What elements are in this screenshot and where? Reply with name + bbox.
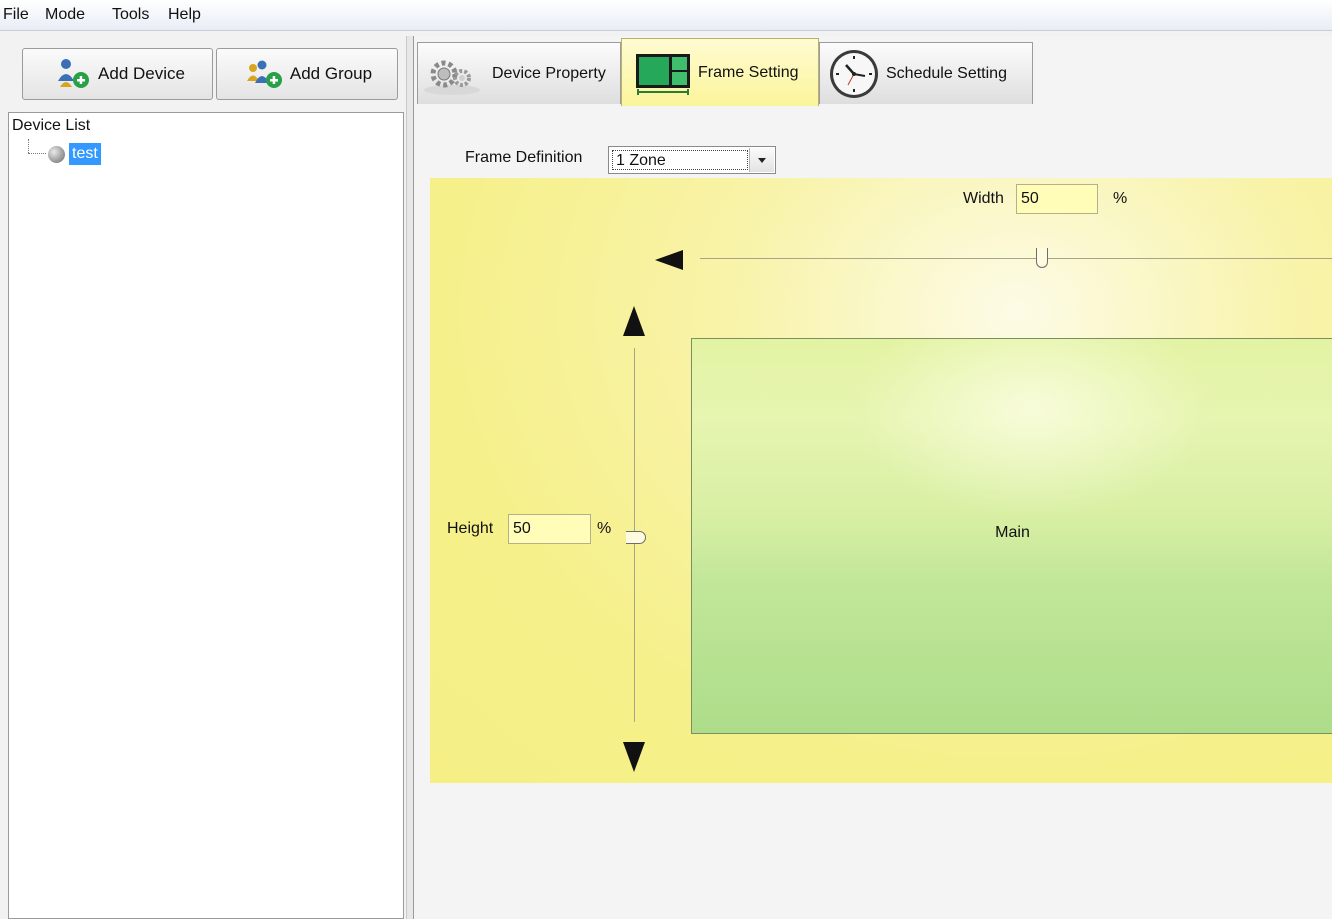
frame-layout-icon (634, 50, 692, 96)
left-panel: Add Device Add Group Device List test (8, 36, 404, 919)
zone-main-label: Main (995, 524, 1030, 541)
arrow-left-icon (655, 250, 683, 270)
chevron-down-icon[interactable] (749, 148, 774, 172)
tab-frame-setting[interactable]: Frame Setting (621, 38, 819, 106)
frame-definition-label: Frame Definition (465, 149, 583, 166)
arrow-up-icon (623, 306, 645, 336)
panel-splitter[interactable] (406, 36, 413, 919)
menu-help[interactable]: Help (168, 6, 201, 24)
height-unit: % (597, 520, 612, 537)
width-label: Width (963, 190, 1004, 207)
width-input[interactable] (1016, 184, 1098, 214)
height-input[interactable] (508, 514, 591, 544)
add-group-label: Add Group (289, 64, 373, 83)
menu-mode[interactable]: Mode (45, 6, 85, 24)
width-slider-track[interactable] (700, 258, 1332, 259)
tab-schedule-setting[interactable]: Schedule Setting (819, 42, 1033, 104)
tree-connector (28, 139, 29, 153)
zone-main[interactable]: Main (691, 338, 1332, 734)
frame-definition-value: 1 Zone (612, 150, 748, 170)
right-panel: Device Property Frame Setting Schedule S… (413, 36, 1332, 919)
tab-label: Frame Setting (698, 63, 799, 81)
height-slider-thumb[interactable] (626, 531, 646, 544)
width-slider-thumb[interactable] (1036, 248, 1048, 268)
menu-tools[interactable]: Tools (112, 6, 149, 24)
device-list-title: Device List (12, 117, 91, 134)
frame-preview-area: Width % Height % Main (430, 178, 1332, 783)
add-device-icon (50, 57, 94, 91)
tab-label: Schedule Setting (886, 64, 1007, 82)
add-group-icon (242, 57, 286, 91)
arrow-down-icon (623, 742, 645, 772)
frame-definition-select[interactable]: 1 Zone (608, 146, 776, 174)
height-label: Height (447, 520, 494, 537)
add-device-button[interactable]: Add Device (22, 48, 213, 100)
tab-device-property[interactable]: Device Property (417, 42, 621, 104)
zone-highlight (852, 339, 1212, 519)
device-status-icon (48, 146, 65, 163)
tab-label: Device Property (492, 64, 606, 82)
gears-icon (422, 52, 484, 96)
menu-file[interactable]: File (3, 6, 29, 24)
width-unit: % (1113, 190, 1128, 207)
tree-connector (28, 153, 46, 154)
add-group-button[interactable]: Add Group (216, 48, 398, 100)
menu-bar: File Mode Tools Help (0, 0, 1332, 31)
clock-icon (828, 48, 880, 100)
device-item-test[interactable]: test (69, 143, 101, 165)
device-list-panel: Device List test (8, 112, 404, 919)
add-device-label: Add Device (98, 64, 185, 83)
